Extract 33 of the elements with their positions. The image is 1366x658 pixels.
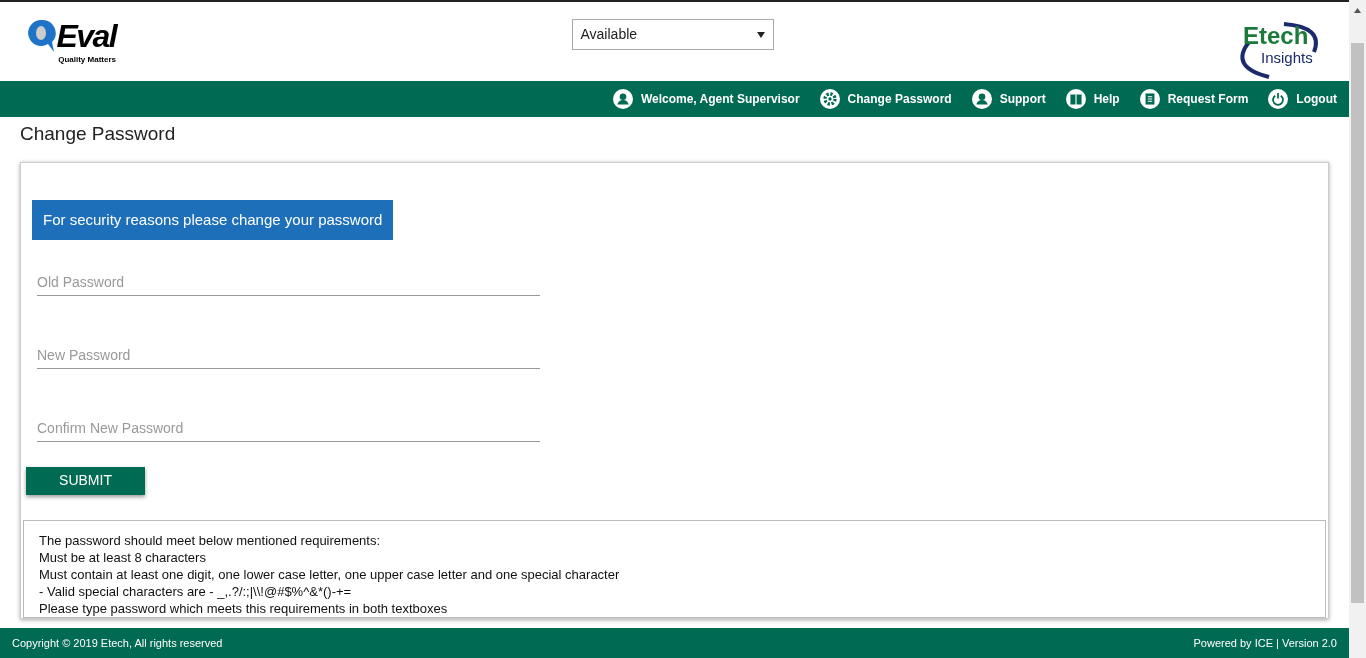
requirement-text: Must be at least 8 characters — [39, 548, 207, 566]
copyright-text: Copyright © 2019 Etech, All rights reserved — [12, 635, 223, 651]
password-field[interactable]: Old Password — [37, 268, 540, 296]
nav-link[interactable]: Support — [971, 89, 1046, 109]
caret-icon — [756, 31, 765, 38]
nav-link[interactable]: Help — [1065, 89, 1120, 109]
logo-tagline: Quality Matters — [58, 54, 116, 66]
scroll-up-arrow-icon — [1354, 8, 1361, 13]
etech-logo: Etech Insights — [1229, 22, 1325, 82]
nav-link[interactable]: Request Form — [1139, 89, 1249, 109]
requirement-text: - Valid special characters are - _,.?/:;|\\!@#$%^&*()-+= — [39, 582, 353, 600]
requirement-text: Must contain at least one digit, one lower case letter, one upper case letter and one special character — [39, 565, 621, 583]
book-icon — [1065, 89, 1086, 109]
user-icon — [971, 89, 992, 109]
nav-link[interactable]: Change Password — [819, 89, 952, 109]
version-text: Powered by ICE | Version 2.0 — [1193, 635, 1337, 651]
info-banner: For security reasons please change your password — [32, 199, 394, 240]
user-icon — [612, 89, 633, 109]
scrollbar[interactable] — [1349, 0, 1366, 658]
page-title: Change Password — [20, 122, 177, 146]
nav-link[interactable]: Logout — [1268, 89, 1337, 109]
password-field[interactable]: New Password — [37, 341, 540, 369]
speech-bubble-icon — [26, 18, 57, 54]
status-dropdown[interactable]: Available — [571, 19, 774, 50]
logo-wordmark: Eval — [56, 20, 116, 52]
requirement-text: The password should meet below mentioned requirements: — [39, 531, 382, 549]
power-icon — [1268, 89, 1289, 109]
gear-icon — [819, 89, 840, 109]
password-field[interactable]: Confirm New Password — [37, 414, 540, 442]
requirement-text: Please type password which meets this requirements in both textboxes — [39, 599, 449, 617]
clipboard-icon — [1139, 89, 1160, 109]
nav-link[interactable]: Welcome, Agent Supervisor — [612, 89, 800, 109]
submit-button[interactable]: SUBMIT — [26, 467, 145, 495]
